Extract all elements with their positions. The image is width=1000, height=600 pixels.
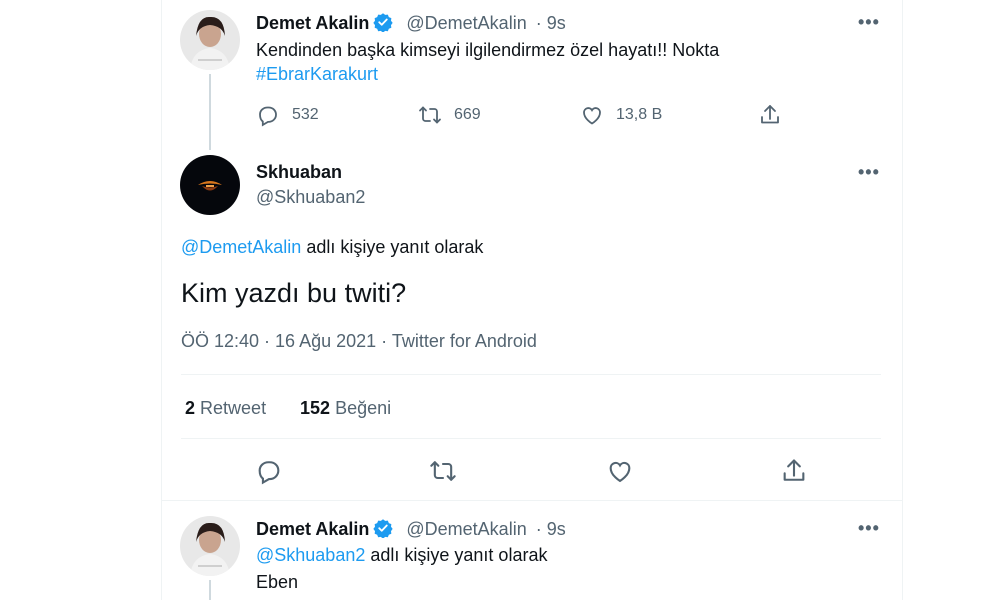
retweets-number: 2 bbox=[185, 398, 196, 418]
divider bbox=[161, 500, 903, 501]
tweet-text: Kim yazdı bu twiti? bbox=[181, 278, 407, 308]
divider bbox=[181, 438, 881, 439]
thread-line bbox=[209, 580, 211, 600]
retweet-icon bbox=[430, 461, 456, 481]
more-options-icon[interactable]: ••• bbox=[858, 162, 880, 183]
avatar[interactable] bbox=[180, 10, 240, 70]
reply-to-handle-link[interactable]: @Skhuaban2 bbox=[256, 545, 365, 565]
heart-icon bbox=[583, 107, 601, 125]
share-button[interactable] bbox=[780, 457, 808, 485]
reply-icon bbox=[259, 106, 277, 127]
avatar[interactable] bbox=[180, 155, 240, 215]
handle[interactable]: @Skhuaban2 bbox=[256, 187, 365, 208]
verified-badge-icon bbox=[373, 12, 394, 33]
reply-icon bbox=[258, 461, 280, 485]
divider bbox=[181, 374, 881, 375]
verified-badge-icon bbox=[373, 518, 394, 539]
like-count: 13,8 B bbox=[616, 106, 663, 123]
reply-to-label: adlı kişiye yanıt olarak bbox=[306, 237, 484, 257]
retweet-icon bbox=[419, 106, 441, 124]
handle[interactable]: @DemetAkalin bbox=[406, 519, 526, 539]
tweet-timestamp[interactable]: ÖÖ 12:40 · 16 Ağu 2021 · Twitter for And… bbox=[181, 331, 537, 352]
reply-to-handle-link[interactable]: @DemetAkalin bbox=[181, 237, 301, 257]
thread-line bbox=[209, 74, 211, 150]
retweets-stat[interactable]: 2 Retweet bbox=[185, 398, 266, 419]
retweet-button[interactable] bbox=[429, 457, 457, 485]
retweet-count: 669 bbox=[454, 106, 481, 123]
retweet-button[interactable]: 669 bbox=[418, 103, 481, 127]
reply-button[interactable]: 532 bbox=[256, 103, 319, 127]
display-name[interactable]: Skhuaban bbox=[256, 162, 342, 183]
share-button[interactable] bbox=[758, 103, 782, 127]
display-name[interactable]: Demet Akalin bbox=[256, 519, 369, 539]
timestamp[interactable]: · 9s bbox=[536, 13, 566, 33]
reply-to-label: adlı kişiye yanıt olarak bbox=[370, 545, 548, 565]
tweet-header: Demet Akalin @DemetAkalin · 9s bbox=[256, 518, 566, 540]
likes-label: Beğeni bbox=[335, 398, 392, 418]
avatar[interactable] bbox=[180, 516, 240, 576]
hashtag-link[interactable]: #EbrarKarakurt bbox=[256, 64, 378, 85]
likes-stat[interactable]: 152 Beğeni bbox=[300, 398, 391, 419]
timestamp[interactable]: · 9s bbox=[536, 519, 566, 539]
more-options-icon[interactable]: ••• bbox=[858, 518, 880, 539]
tweet-text: Eben bbox=[256, 572, 299, 592]
handle[interactable]: @DemetAkalin bbox=[406, 13, 526, 33]
reply-count: 532 bbox=[292, 106, 319, 123]
like-button[interactable]: 13,8 B bbox=[580, 103, 662, 127]
heart-icon bbox=[609, 461, 631, 483]
reply-context: @Skhuaban2 adlı kişiye yanıt olarak bbox=[256, 545, 547, 566]
reply-context: @DemetAkalin adlı kişiye yanıt olarak bbox=[181, 237, 483, 258]
likes-number: 152 bbox=[300, 398, 331, 418]
retweets-label: Retweet bbox=[200, 398, 267, 418]
display-name[interactable]: Demet Akalin bbox=[256, 13, 369, 33]
like-button[interactable] bbox=[606, 457, 634, 485]
share-icon bbox=[783, 459, 805, 481]
reply-button[interactable] bbox=[255, 457, 283, 485]
share-icon bbox=[761, 105, 779, 124]
tweet-text: Kendinden başka kimseyi ilgilendirmez öz… bbox=[256, 40, 720, 60]
more-options-icon[interactable]: ••• bbox=[858, 12, 880, 33]
tweet-header: Demet Akalin @DemetAkalin · 9s bbox=[256, 12, 566, 34]
